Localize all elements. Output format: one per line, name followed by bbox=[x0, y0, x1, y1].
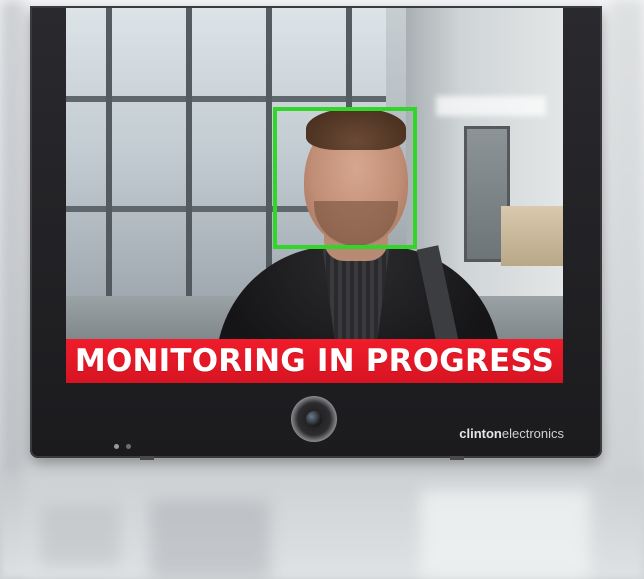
brand-logo: clintonelectronics bbox=[459, 426, 564, 441]
led-dot-icon bbox=[114, 444, 119, 449]
monitoring-banner: MONITORING IN PROGRESS bbox=[66, 339, 563, 383]
face-detection-box bbox=[273, 107, 417, 249]
brand-logo-bold: clinton bbox=[459, 426, 502, 441]
monitoring-banner-text: MONITORING IN PROGRESS bbox=[74, 343, 555, 379]
reception-counter bbox=[501, 206, 563, 266]
led-dot-icon bbox=[126, 444, 131, 449]
brand-logo-regular: electronics bbox=[501, 426, 564, 441]
background-blur-block bbox=[150, 500, 270, 579]
camera-lens-center bbox=[306, 411, 322, 427]
camera-lens-icon bbox=[291, 396, 337, 442]
background-blur-block bbox=[420, 490, 590, 579]
monitor-mount-tab bbox=[140, 456, 154, 460]
monitor-screen bbox=[66, 6, 563, 380]
background-blur-block bbox=[40, 505, 120, 565]
public-view-monitor: MONITORING IN PROGRESS clintonelectronic… bbox=[30, 6, 602, 458]
monitor-mount-tab bbox=[450, 456, 464, 460]
